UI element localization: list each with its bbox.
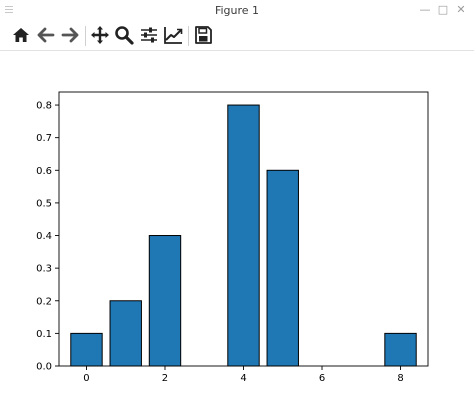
y-tick-label: 0.7	[36, 133, 52, 144]
back-button[interactable]	[35, 24, 57, 46]
y-tick-label: 0.2	[36, 296, 52, 307]
title-bar[interactable]: Figure 1 — □ ✕	[0, 0, 474, 22]
forward-button[interactable]	[59, 24, 81, 46]
x-tick-label: 0	[83, 373, 89, 384]
maximize-button[interactable]: □	[436, 3, 450, 17]
pan-move-icon	[91, 26, 109, 44]
y-tick-label: 0.8	[36, 101, 52, 112]
figure-canvas[interactable]: 0 2 4 6 8 0.0 0.1 0.2 0.3 0.4 0.5 0.6 0.7 0.8	[0, 51, 474, 405]
minimize-button[interactable]: —	[418, 3, 432, 17]
y-tick-label: 0.4	[36, 231, 52, 242]
save-button[interactable]	[192, 24, 214, 46]
y-tick-label: 0.0	[36, 362, 52, 373]
configure-subplots-button[interactable]	[138, 24, 160, 46]
window-title: Figure 1	[214, 4, 260, 17]
x-tick-label: 8	[397, 373, 403, 384]
save-disk-icon	[195, 26, 212, 44]
edit-axes-icon	[164, 27, 183, 44]
y-tick-label: 0.1	[36, 329, 52, 340]
zoom-magnifier-icon	[115, 26, 134, 45]
bar	[384, 332, 417, 367]
toolbar-separator	[85, 26, 86, 46]
bar	[266, 169, 299, 367]
forward-arrow-icon	[61, 27, 79, 43]
y-tick-label: 0.6	[36, 166, 52, 177]
zoom-button[interactable]	[113, 24, 135, 46]
bar	[227, 104, 260, 367]
toolbar-separator	[188, 26, 189, 46]
x-tick-label: 6	[319, 373, 325, 384]
close-button[interactable]: ✕	[454, 3, 468, 17]
home-icon	[13, 28, 29, 42]
subplots-sliders-icon	[141, 27, 157, 43]
x-tick-label: 2	[162, 373, 168, 384]
bar-chart: 0 2 4 6 8 0.0 0.1 0.2 0.3 0.4 0.5 0.6 0.7 0.8	[36, 91, 429, 384]
bar	[109, 300, 142, 367]
back-arrow-icon	[37, 27, 55, 43]
bar	[148, 235, 182, 367]
y-tick-label: 0.5	[36, 198, 52, 209]
pan-button[interactable]	[89, 24, 111, 46]
home-button[interactable]	[10, 24, 32, 46]
navigation-toolbar	[0, 22, 474, 51]
edit-axes-button[interactable]	[162, 24, 184, 46]
bar	[70, 332, 103, 367]
y-tick-label: 0.3	[36, 264, 52, 275]
x-tick-label: 4	[240, 373, 246, 384]
figure-window: Figure 1 — □ ✕ 0 2 4 6 8 0.0 0.1 0.2 0.3…	[0, 0, 474, 405]
